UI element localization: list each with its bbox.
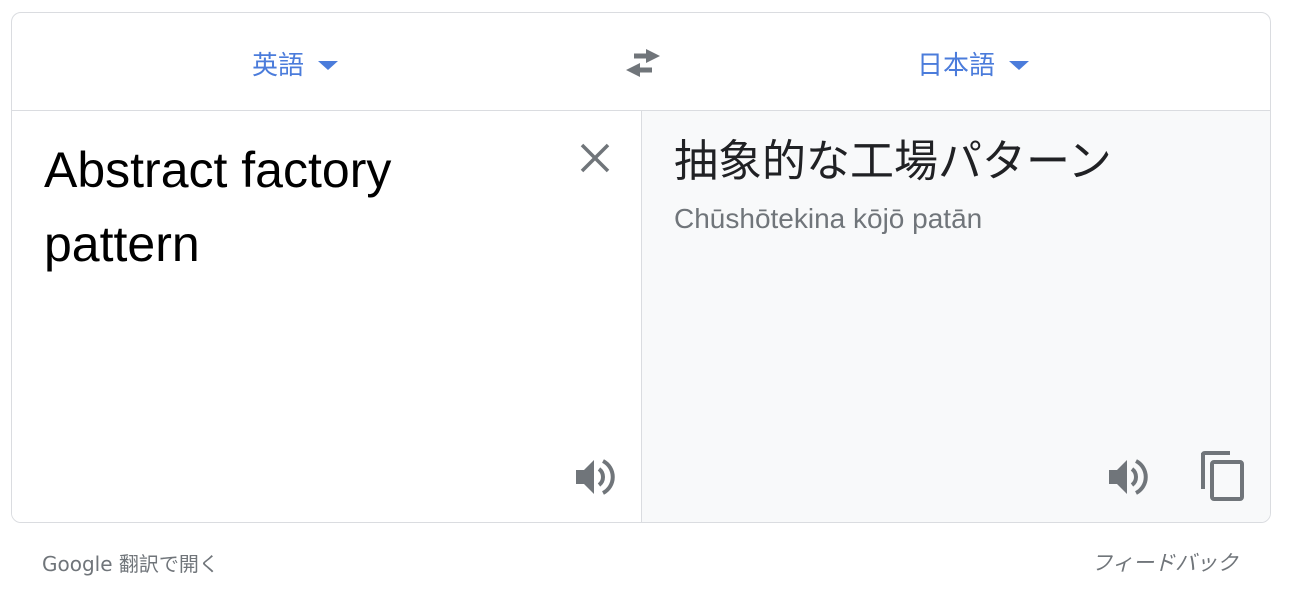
caret-down-icon xyxy=(318,60,339,70)
feedback-link[interactable]: フィードバック xyxy=(1091,547,1238,577)
translated-text: 抽象的な工場パターン xyxy=(674,136,1112,187)
translate-card: 英語 日本語 Abstract factory pattern 抽象的な工場パタ… xyxy=(11,12,1271,523)
listen-translation-button[interactable] xyxy=(1105,455,1149,499)
target-language-label: 日本語 xyxy=(917,50,996,81)
romanization-text: Chūshōtekina kōjō patān xyxy=(674,203,983,234)
source-pane: Abstract factory pattern xyxy=(12,111,642,522)
speaker-icon xyxy=(576,459,615,495)
listen-source-button[interactable] xyxy=(572,455,616,499)
caret-down-icon xyxy=(1009,60,1030,70)
swap-languages-button[interactable] xyxy=(622,45,664,81)
copy-icon xyxy=(1201,451,1244,501)
copy-translation-button[interactable] xyxy=(1200,451,1248,503)
source-text-input[interactable]: Abstract factory pattern xyxy=(44,133,544,281)
close-icon xyxy=(580,143,610,173)
clear-source-button[interactable] xyxy=(578,141,612,175)
target-pane: 抽象的な工場パターン Chūshōtekina kōjō patān xyxy=(642,111,1270,522)
open-in-google-translate-link[interactable]: Google 翻訳で開く xyxy=(42,548,219,577)
target-language-selector[interactable]: 日本語 xyxy=(917,43,1030,83)
language-bar: 英語 日本語 xyxy=(12,13,1270,111)
source-language-selector[interactable]: 英語 xyxy=(252,43,339,83)
swap-arrows-icon xyxy=(626,49,660,77)
source-language-label: 英語 xyxy=(252,50,305,81)
speaker-icon xyxy=(1109,459,1148,495)
